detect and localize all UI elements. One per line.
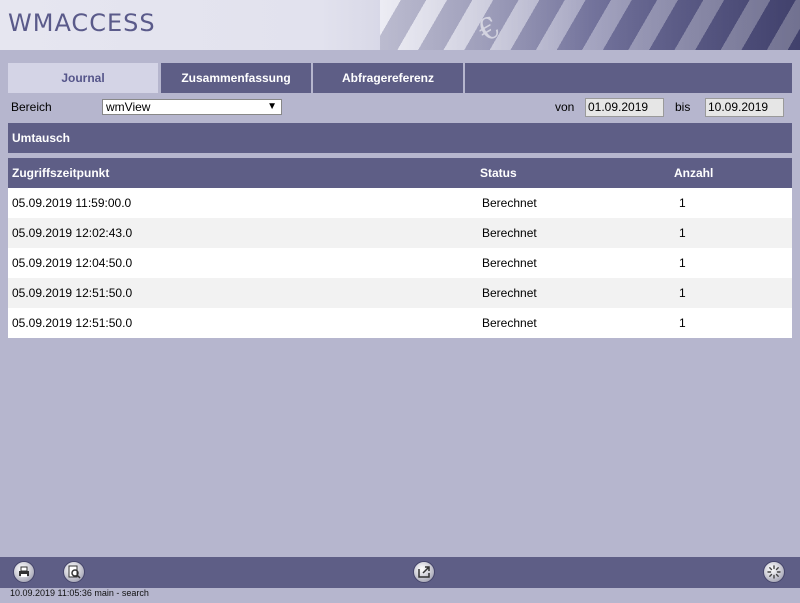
tab-zusammenfassung[interactable]: Zusammenfassung (161, 63, 311, 93)
cell-status: Berechnet (482, 316, 537, 330)
table-row[interactable]: 05.09.2019 12:51:50.0 Berechnet 1 (8, 308, 792, 338)
app-header: € WMACCESS (0, 0, 800, 50)
tab-bar-filler (465, 63, 792, 93)
cell-anzahl: 1 (679, 196, 686, 210)
cell-anzahl: 1 (679, 256, 686, 270)
cell-zugriffszeitpunkt: 05.09.2019 12:51:50.0 (12, 316, 133, 330)
bis-date-field[interactable]: 10.09.2019 (705, 98, 784, 117)
table-row[interactable]: 05.09.2019 12:02:43.0 Berechnet 1 (8, 218, 792, 248)
cell-status: Berechnet (482, 286, 537, 300)
dropdown-arrow-icon: ▼ (267, 101, 277, 112)
cell-status: Berechnet (482, 226, 537, 240)
tab-bar: Journal Zusammenfassung Abfragereferenz (8, 63, 792, 93)
cell-anzahl: 1 (679, 286, 686, 300)
tab-journal[interactable]: Journal (8, 63, 158, 93)
column-header-zugriffszeitpunkt[interactable]: Zugriffszeitpunkt (12, 158, 109, 188)
cell-status: Berechnet (482, 256, 537, 270)
column-header-status[interactable]: Status (480, 158, 517, 188)
bereich-label: Bereich (11, 100, 52, 114)
bereich-select[interactable]: wmView ▼ (102, 99, 282, 115)
preview-button[interactable] (63, 561, 85, 583)
cell-anzahl: 1 (679, 316, 686, 330)
section-title: Umtausch (8, 123, 792, 153)
cell-zugriffszeitpunkt: 05.09.2019 12:51:50.0 (12, 286, 133, 300)
bis-label: bis (675, 100, 691, 114)
cell-zugriffszeitpunkt: 05.09.2019 11:59:00.0 (12, 196, 132, 210)
footer-toolbar (0, 557, 800, 588)
header-banner-image (380, 0, 800, 50)
export-button[interactable] (413, 561, 435, 583)
tab-abfragereferenz[interactable]: Abfragereferenz (313, 63, 463, 93)
table-header: Zugriffszeitpunkt Status Anzahl (8, 158, 792, 188)
column-header-anzahl[interactable]: Anzahl (674, 158, 713, 188)
print-button[interactable] (13, 561, 35, 583)
cell-zugriffszeitpunkt: 05.09.2019 12:02:43.0 (12, 226, 133, 240)
table-row[interactable]: 05.09.2019 12:51:50.0 Berechnet 1 (8, 278, 792, 308)
cell-status: Berechnet (482, 196, 537, 210)
table-row[interactable]: 05.09.2019 11:59:00.0 Berechnet 1 (8, 188, 792, 218)
von-label: von (555, 100, 575, 114)
table-row[interactable]: 05.09.2019 12:04:50.0 Berechnet 1 (8, 248, 792, 278)
app-logo: WMACCESS (8, 9, 156, 37)
table-body: 05.09.2019 11:59:00.0 Berechnet 1 05.09.… (8, 188, 792, 338)
bereich-select-value: wmView (106, 100, 151, 114)
cell-zugriffszeitpunkt: 05.09.2019 12:04:50.0 (12, 256, 133, 270)
cell-anzahl: 1 (679, 226, 686, 240)
von-date-field[interactable]: 01.09.2019 (585, 98, 664, 117)
status-bar-text: 10.09.2019 11:05:36 main - search (10, 588, 149, 598)
loading-button[interactable] (763, 561, 785, 583)
